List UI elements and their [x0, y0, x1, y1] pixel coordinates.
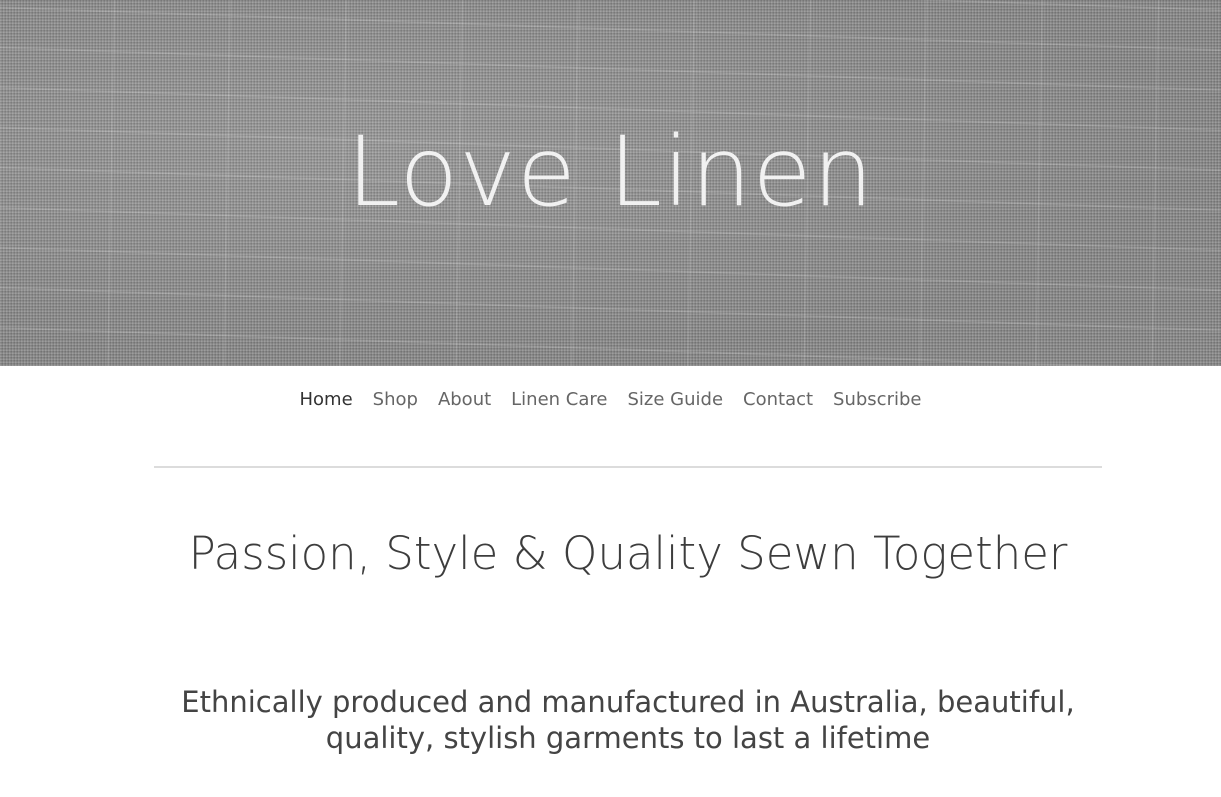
nav-item-about[interactable]: About: [438, 386, 491, 414]
nav-item-home[interactable]: Home: [300, 386, 353, 414]
site-title[interactable]: Love Linen: [0, 112, 1221, 232]
section-divider: [154, 466, 1102, 468]
nav-item-subscribe[interactable]: Subscribe: [833, 386, 921, 414]
nav-item-shop[interactable]: Shop: [373, 386, 418, 414]
page-headline: Passion, Style & Quality Sewn Together: [188, 527, 1068, 580]
hero-banner: Love Linen: [0, 0, 1221, 366]
nav-item-linen-care[interactable]: Linen Care: [511, 386, 607, 414]
nav-item-size-guide[interactable]: Size Guide: [627, 386, 723, 414]
nav-item-contact[interactable]: Contact: [743, 386, 813, 414]
main-nav: Home Shop About Linen Care Size Guide Co…: [0, 386, 1221, 414]
page-tagline: Ethnically produced and manufactured in …: [181, 685, 1075, 755]
